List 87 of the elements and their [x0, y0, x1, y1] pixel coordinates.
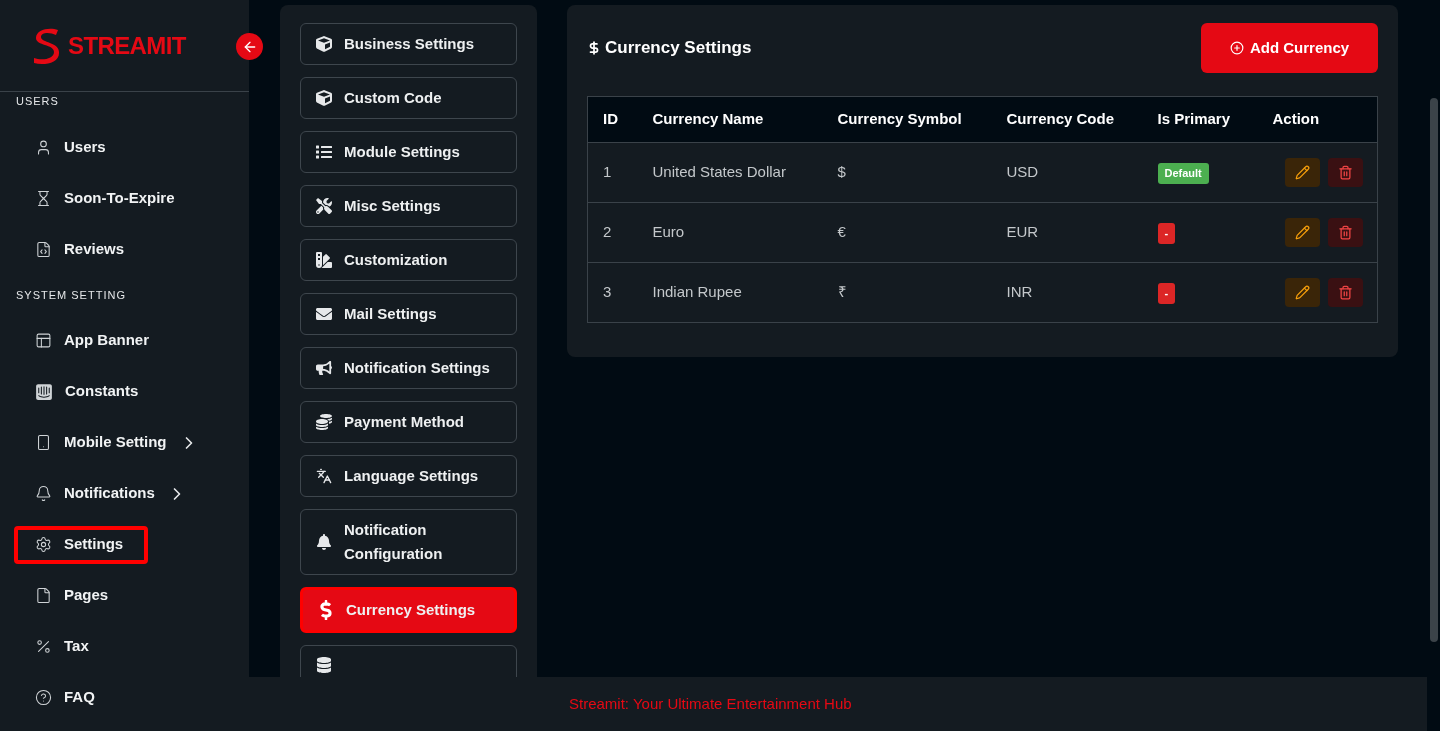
- brand-name: STREAMIT: [68, 30, 186, 61]
- sidebar-item[interactable]: Reviews: [14, 230, 219, 268]
- bell-icon: [35, 485, 52, 502]
- sidebar-item[interactable]: Notifications: [14, 474, 219, 513]
- settings-menu-item[interactable]: Language Settings: [300, 455, 517, 497]
- settings-menu-item[interactable]: Misc Settings: [300, 185, 517, 227]
- delete-button[interactable]: [1327, 278, 1363, 307]
- table-cell: 1: [587, 142, 653, 203]
- pencil-icon: [1294, 165, 1310, 180]
- mail-icon: [316, 306, 332, 322]
- percent-icon: [35, 638, 52, 655]
- table-cell: €: [837, 202, 1007, 263]
- swatch-icon: [316, 252, 332, 268]
- column-header: Action: [1272, 96, 1378, 143]
- settings-menu-item[interactable]: Module Settings: [300, 131, 517, 173]
- trash-icon: [1337, 225, 1353, 240]
- plus-circle-icon: [1229, 41, 1244, 55]
- settings-icon: [35, 536, 52, 553]
- grid-icon: [35, 382, 53, 401]
- phone-icon: [35, 434, 52, 451]
- page-icon: [35, 587, 52, 604]
- settings-menu-item[interactable]: Notification Configuration: [300, 509, 517, 575]
- cube-icon: [316, 90, 332, 106]
- section-heading: USERS: [15, 94, 60, 109]
- settings-menu-item[interactable]: Business Settings: [300, 23, 517, 65]
- primary-badge: Default: [1157, 163, 1209, 184]
- add-currency-button[interactable]: Add Currency: [1201, 23, 1378, 73]
- sidebar-item[interactable]: Pages: [14, 576, 219, 615]
- table-cell: Indian Rupee: [652, 262, 838, 323]
- table-cell: Euro: [652, 202, 838, 263]
- hourglass-icon: [35, 189, 52, 207]
- column-header: Is Primary: [1157, 96, 1273, 143]
- primary-badge: -: [1157, 223, 1176, 244]
- settings-menu-item[interactable]: Payment Method: [300, 401, 517, 443]
- table-cell: $: [837, 142, 1007, 203]
- column-header: Currency Code: [1006, 96, 1158, 143]
- collapse-button[interactable]: [236, 33, 263, 60]
- bell-icon: [316, 534, 332, 550]
- column-header: Currency Name: [652, 96, 838, 143]
- table-cell: 3: [587, 262, 653, 323]
- tools-icon: [316, 198, 332, 214]
- column-header: Currency Symbol: [837, 96, 1007, 143]
- cube-icon: [316, 36, 332, 52]
- user-icon: [35, 138, 52, 156]
- sidebar-item[interactable]: Tax: [14, 627, 219, 666]
- coins-icon: [316, 414, 332, 430]
- delete-button[interactable]: [1327, 158, 1363, 187]
- column-header: ID: [587, 96, 653, 143]
- table-cell: 2: [587, 202, 653, 263]
- sidebar-item[interactable]: Constants: [14, 372, 219, 411]
- language-icon: [316, 468, 332, 484]
- dollar-icon: [318, 600, 334, 620]
- settings-menu-item[interactable]: Customization: [300, 239, 517, 281]
- table-cell: ₹: [837, 262, 1007, 323]
- sidebar-item[interactable]: Settings: [14, 525, 148, 564]
- settings-menu-item[interactable]: Custom Code: [300, 77, 517, 119]
- database-icon: [316, 657, 332, 673]
- list-icon: [316, 144, 332, 160]
- edit-button[interactable]: [1284, 278, 1320, 307]
- pencil-icon: [1294, 285, 1310, 300]
- layout-icon: [35, 332, 52, 349]
- sidebar-item[interactable]: Soon-To-Expire: [14, 179, 219, 217]
- card-title: Currency Settings: [605, 37, 752, 60]
- delete-button[interactable]: [1327, 218, 1363, 247]
- sidebar-item[interactable]: App Banner: [14, 321, 219, 360]
- footer-text: Streamit: Your Ultimate Entertainment Hub: [569, 693, 852, 714]
- edit-button[interactable]: [1284, 218, 1320, 247]
- logo-icon: [32, 26, 60, 65]
- sidebar-item[interactable]: Mobile Setting: [14, 423, 231, 462]
- trash-icon: [1337, 285, 1353, 300]
- settings-menu-item[interactable]: Mail Settings: [300, 293, 517, 335]
- section-heading: SYSTEM SETTING: [15, 287, 127, 303]
- sidebar-item[interactable]: FAQ: [14, 678, 219, 717]
- primary-badge: -: [1157, 283, 1176, 304]
- table-cell: USD: [1006, 142, 1158, 203]
- table-cell: INR: [1006, 262, 1158, 323]
- code-file-icon: [35, 240, 52, 258]
- pencil-icon: [1294, 225, 1310, 240]
- megaphone-icon: [316, 360, 332, 376]
- help-icon: [35, 689, 52, 706]
- trash-icon: [1337, 165, 1353, 180]
- table-cell: United States Dollar: [652, 142, 838, 203]
- edit-button[interactable]: [1284, 158, 1320, 187]
- sidebar-item[interactable]: Users: [14, 128, 219, 166]
- table-cell: EUR: [1006, 202, 1158, 263]
- settings-menu-item[interactable]: Currency Settings: [300, 587, 517, 633]
- settings-menu-item[interactable]: Notification Settings: [300, 347, 517, 389]
